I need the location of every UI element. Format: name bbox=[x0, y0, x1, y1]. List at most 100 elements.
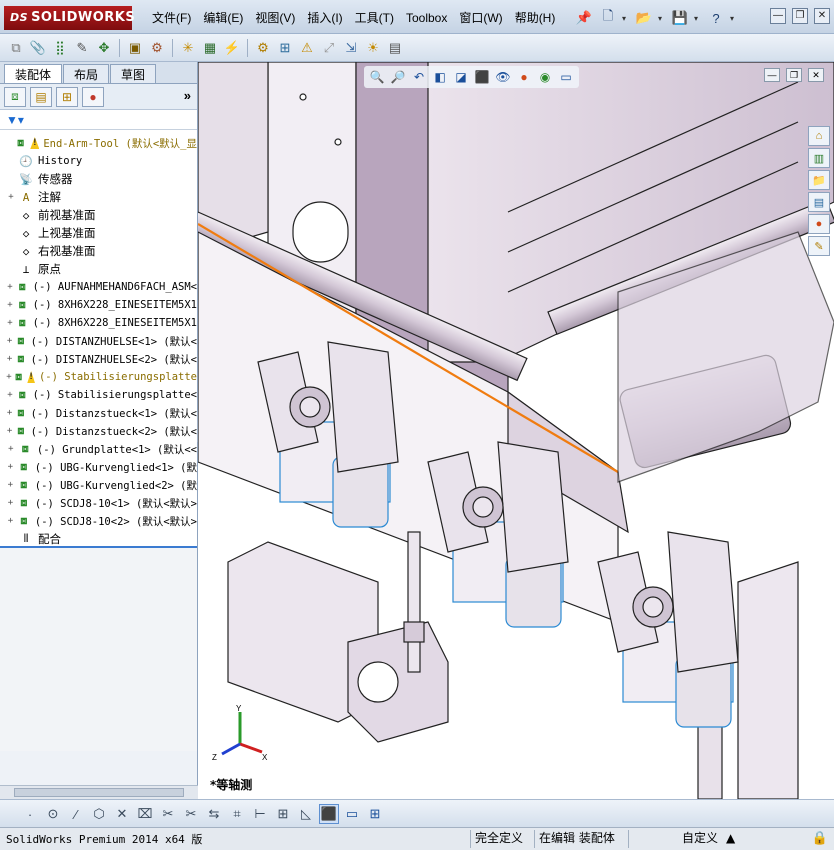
horizontal-scrollbar[interactable] bbox=[0, 785, 198, 799]
help-dropdown-icon[interactable]: ▾ bbox=[730, 14, 738, 23]
view-settings-icon[interactable]: ▭ bbox=[557, 68, 575, 86]
expand-icon[interactable]: + bbox=[6, 318, 14, 328]
previous-view-icon[interactable]: ↶ bbox=[410, 68, 428, 86]
exploded-view-icon[interactable]: ⚙ bbox=[253, 38, 273, 58]
expand-icon[interactable]: + bbox=[6, 426, 13, 436]
tree-item[interactable]: + ⧈ (-) UBG-Kurvenglied<1> (默 bbox=[0, 458, 197, 476]
expand-icon[interactable]: + bbox=[6, 480, 15, 490]
status-units[interactable]: 自定义 bbox=[628, 830, 722, 848]
menu-toolbox[interactable]: Toolbox bbox=[400, 10, 453, 26]
status-units-arrow[interactable]: ▲ bbox=[722, 830, 739, 848]
large-assembly-mode-icon[interactable]: ▤ bbox=[385, 38, 405, 58]
save-dropdown-icon[interactable]: ▾ bbox=[694, 14, 702, 23]
sketch-edit-icon[interactable]: ⌧ bbox=[135, 804, 155, 824]
viewport-restore-icon[interactable]: ❐ bbox=[786, 68, 802, 82]
dimension-icon[interactable]: ⊢ bbox=[250, 804, 270, 824]
tree-item[interactable]: ⧈! End-Arm-Tool (默认<默认_显 bbox=[0, 134, 197, 152]
tree-item[interactable]: ◇ 前视基准面 bbox=[0, 206, 197, 224]
tree-item[interactable]: + ⧈! (-) Stabilisierungsplatte bbox=[0, 368, 197, 386]
expand-icon[interactable]: + bbox=[6, 462, 15, 472]
tree-item[interactable]: + ⧈ (-) SCDJ8-10<2> (默认<默认> bbox=[0, 512, 197, 530]
hide-show-items-icon[interactable]: 👁 bbox=[494, 68, 512, 86]
tree-item[interactable]: + ⧈ (-) 8XH6X228_EINESEITEM5X1 bbox=[0, 314, 197, 332]
panel-view-icon[interactable]: ▭ bbox=[342, 804, 362, 824]
view-palette-icon[interactable]: ▤ bbox=[808, 192, 830, 212]
open-folder-icon[interactable]: 📂 bbox=[634, 8, 654, 28]
rebuild-lock-icon[interactable]: 🔒 bbox=[812, 830, 828, 846]
zoom-to-fit-icon[interactable]: 🔍 bbox=[368, 68, 386, 86]
expand-icon[interactable]: + bbox=[6, 408, 13, 418]
menu-tools[interactable]: 工具(T) bbox=[349, 10, 400, 26]
tree-item[interactable]: ◇ 上视基准面 bbox=[0, 224, 197, 242]
reference-geometry-icon[interactable]: ✳ bbox=[178, 38, 198, 58]
scrollbar-thumb[interactable] bbox=[14, 788, 184, 797]
file-explorer-icon[interactable]: 📁 bbox=[808, 170, 830, 190]
filter-row[interactable]: ▼▾ bbox=[0, 110, 197, 130]
grid-icon[interactable]: ⊞ bbox=[273, 804, 293, 824]
configuration-manager-icon[interactable]: ⊞ bbox=[56, 86, 78, 107]
display-manager-icon[interactable]: ● bbox=[82, 86, 104, 107]
tree-item[interactable]: 🕘 History bbox=[0, 152, 197, 170]
custom-properties-icon[interactable]: ✎ bbox=[808, 236, 830, 256]
tiled-view-icon[interactable]: ⊞ bbox=[365, 804, 385, 824]
close-icon[interactable]: ✕ bbox=[814, 8, 830, 24]
tree-item[interactable]: 📡 传感器 bbox=[0, 170, 197, 188]
tree-item[interactable]: + ⧈ (-) Distanzstueck<1> (默认< bbox=[0, 404, 197, 422]
explode-line-sketch-icon[interactable]: ⊞ bbox=[275, 38, 295, 58]
edit-appearance-icon[interactable]: ● bbox=[515, 68, 533, 86]
circle-icon[interactable]: ⊙ bbox=[43, 804, 63, 824]
apply-scene-icon[interactable]: ◉ bbox=[536, 68, 554, 86]
tree-item[interactable]: + ⧈ (-) Distanzstueck<2> (默认< bbox=[0, 422, 197, 440]
view-orientation-icon[interactable]: ◪ bbox=[452, 68, 470, 86]
tree-item[interactable]: + A 注解 bbox=[0, 188, 197, 206]
design-library-icon[interactable]: ▥ bbox=[808, 148, 830, 168]
polygon-icon[interactable]: ⬡ bbox=[89, 804, 109, 824]
clearance-verification-icon[interactable]: ⤢ bbox=[319, 38, 339, 58]
tree-item[interactable]: ◇ 右视基准面 bbox=[0, 242, 197, 260]
expand-icon[interactable]: + bbox=[6, 354, 13, 364]
tree-item[interactable]: + ⧈ (-) SCDJ8-10<1> (默认<默认> bbox=[0, 494, 197, 512]
tree-item[interactable]: ⫴ 配合 bbox=[0, 530, 197, 546]
point-icon[interactable]: · bbox=[20, 804, 40, 824]
graphics-viewport[interactable]: 🔍 🔎 ↶ ◧ ◪ ⬛ 👁 ● ◉ ▭ — ❐ ✕ ⌂ ▥ 📁 ▤ ● ✎ Y … bbox=[198, 62, 834, 799]
expand-icon[interactable]: + bbox=[6, 498, 15, 508]
new-motion-study-icon[interactable]: ▦ bbox=[200, 38, 220, 58]
tab-layout[interactable]: 布局 bbox=[63, 64, 110, 83]
extend-icon[interactable]: ✂ bbox=[181, 804, 201, 824]
tree-item[interactable]: + ⧈ (-) UBG-Kurvenglied<2> (默 bbox=[0, 476, 197, 494]
feature-manager-icon[interactable]: ⧈ bbox=[4, 86, 26, 107]
show-hidden-icon[interactable]: ▣ bbox=[125, 38, 145, 58]
expand-icon[interactable]: + bbox=[6, 444, 16, 454]
insert-component-icon[interactable]: ⧉ bbox=[6, 38, 26, 58]
expand-icon[interactable]: + bbox=[6, 372, 12, 382]
line-icon[interactable]: ∕ bbox=[66, 804, 86, 824]
pin-icon[interactable]: 📌 bbox=[574, 8, 594, 28]
solidworks-logo[interactable]: DS SOLIDWORKS bbox=[4, 6, 135, 30]
filter-icon[interactable]: ▼▾ bbox=[6, 113, 24, 127]
viewport-minimize-icon[interactable]: — bbox=[764, 68, 780, 82]
expand-icon[interactable]: + bbox=[6, 192, 16, 202]
corner-icon[interactable]: ◺ bbox=[296, 804, 316, 824]
menu-insert[interactable]: 插入(I) bbox=[301, 10, 348, 26]
intersect-icon[interactable]: ✕ bbox=[112, 804, 132, 824]
mate-icon[interactable]: 📎 bbox=[28, 38, 48, 58]
tree-item[interactable]: + ⧈ (-) Stabilisierungsplatte< bbox=[0, 386, 197, 404]
open-dropdown-icon[interactable]: ▾ bbox=[658, 14, 666, 23]
new-document-icon[interactable]: 🗋 bbox=[598, 8, 618, 28]
bill-of-materials-icon[interactable]: ⚡ bbox=[222, 38, 242, 58]
viewport-close-icon[interactable]: ✕ bbox=[808, 68, 824, 82]
property-manager-icon[interactable]: ▤ bbox=[30, 86, 52, 107]
shaded-with-edges-icon[interactable]: ⬛ bbox=[319, 804, 339, 824]
minimize-icon[interactable]: — bbox=[770, 8, 786, 24]
solidworks-resources-icon[interactable]: ⌂ bbox=[808, 126, 830, 146]
expand-icon[interactable]: + bbox=[6, 300, 14, 310]
menu-file[interactable]: 文件(F) bbox=[146, 10, 197, 26]
linear-pattern-icon[interactable]: ⣿ bbox=[50, 38, 70, 58]
instant-3d-icon[interactable]: ☀ bbox=[363, 38, 383, 58]
tree-item[interactable]: ⟂ 原点 bbox=[0, 260, 197, 278]
menu-window[interactable]: 窗口(W) bbox=[453, 10, 508, 26]
more-tabs-icon[interactable]: » bbox=[184, 88, 191, 103]
menu-help[interactable]: 帮助(H) bbox=[509, 10, 562, 26]
save-icon[interactable]: 💾 bbox=[670, 8, 690, 28]
tree-item[interactable]: + ⧈ (-) 8XH6X228_EINESEITEM5X1 bbox=[0, 296, 197, 314]
